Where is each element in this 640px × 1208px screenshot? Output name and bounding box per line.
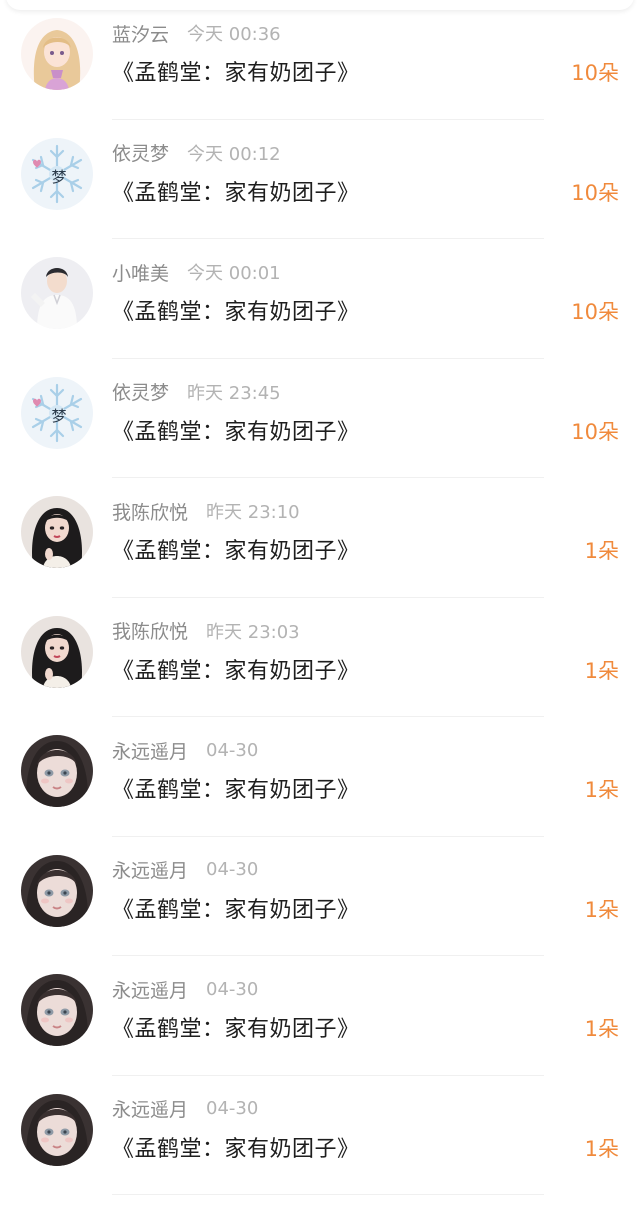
flower-count: 10朵 (571, 180, 619, 205)
timestamp: 昨天 23:45 (187, 382, 281, 404)
username[interactable]: 蓝汐云 (112, 20, 169, 47)
dark-hair-girl-avatar[interactable] (21, 615, 93, 688)
record-meta: 永远遥月 04-30 (112, 1094, 258, 1124)
gift-record-row[interactable]: 永远遥月 04-30 《孟鹤堂：家有奶团子》 1朵 (0, 956, 640, 1076)
timestamp: 今天 00:01 (187, 263, 281, 284)
row-divider (112, 1194, 544, 1195)
book-title[interactable]: 《孟鹤堂：家有奶团子》 (112, 55, 360, 87)
username[interactable]: 依灵梦 (112, 378, 169, 405)
flower-count: 1朵 (584, 897, 619, 922)
record-meta: 依灵梦 今天 00:12 (112, 138, 281, 168)
flower-count: 1朵 (584, 1136, 619, 1161)
snowflake-meng-avatar[interactable]: 梦 (21, 376, 93, 449)
book-title[interactable]: 《孟鹤堂：家有奶团子》 (112, 294, 360, 326)
record-meta: 永远遥月 04-30 (112, 974, 258, 1004)
flower-count: 10朵 (571, 419, 619, 444)
pale-girl-avatar[interactable] (21, 854, 93, 927)
record-meta: 依灵梦 昨天 23:45 (112, 377, 281, 407)
book-title[interactable]: 《孟鹤堂：家有奶团子》 (112, 892, 360, 924)
username[interactable]: 永远遥月 (112, 737, 188, 764)
pale-girl-avatar[interactable] (21, 974, 93, 1046)
record-meta: 小唯美 今天 00:01 (112, 257, 281, 287)
timestamp: 今天 00:12 (187, 143, 281, 165)
boy-white-shirt-avatar[interactable] (21, 257, 93, 329)
gift-record-row[interactable]: 我陈欣悦 昨天 23:03 《孟鹤堂：家有奶团子》 1朵 (0, 598, 640, 717)
book-title[interactable]: 《孟鹤堂：家有奶团子》 (112, 533, 360, 565)
pale-girl-avatar[interactable] (21, 735, 93, 807)
gift-record-row[interactable]: 永远遥月 04-30 《孟鹤堂：家有奶团子》 1朵 (0, 837, 640, 956)
anime-girl-avatar[interactable] (21, 18, 93, 90)
flower-count: 1朵 (584, 658, 619, 683)
gift-record-row[interactable]: 蓝汐云 今天 00:36 《孟鹤堂：家有奶团子》 10朵 (0, 0, 640, 120)
timestamp: 04-30 (206, 978, 259, 1000)
book-title[interactable]: 《孟鹤堂：家有奶团子》 (112, 1011, 360, 1043)
svg-text:梦: 梦 (51, 168, 66, 186)
record-meta: 我陈欣悦 昨天 23:10 (112, 496, 300, 526)
gift-record-row[interactable]: 永远遥月 04-30 《孟鹤堂：家有奶团子》 1朵 (0, 1076, 640, 1195)
svg-text:梦: 梦 (51, 407, 66, 425)
timestamp: 昨天 23:10 (206, 502, 300, 523)
username[interactable]: 我陈欣悦 (112, 617, 188, 644)
timestamp: 04-30 (206, 859, 259, 880)
book-title[interactable]: 《孟鹤堂：家有奶团子》 (112, 1131, 360, 1163)
gift-record-row[interactable]: 小唯美 今天 00:01 《孟鹤堂：家有奶团子》 10朵 (0, 239, 640, 359)
gift-record-row[interactable]: 永远遥月 04-30 《孟鹤堂：家有奶团子》 1朵 (0, 717, 640, 837)
flower-count: 10朵 (571, 300, 619, 324)
record-meta: 我陈欣悦 昨天 23:03 (112, 616, 300, 646)
book-title[interactable]: 《孟鹤堂：家有奶团子》 (112, 175, 360, 207)
gift-record-row[interactable]: 我陈欣悦 昨天 23:10 《孟鹤堂：家有奶团子》 1朵 (0, 478, 640, 598)
flower-count: 1朵 (584, 539, 619, 563)
gift-record-row[interactable]: 梦 依灵梦 昨天 23:45 《孟鹤堂：家有奶团子》 10朵 (0, 359, 640, 478)
snowflake-meng-avatar[interactable]: 梦 (21, 137, 93, 210)
gift-record-page: 蓝汐云 今天 00:36 《孟鹤堂：家有奶团子》 10朵 梦 依灵梦 今天 00… (0, 0, 640, 1208)
username[interactable]: 依灵梦 (112, 139, 169, 166)
timestamp: 04-30 (206, 739, 259, 761)
flower-count: 1朵 (584, 1017, 619, 1041)
record-meta: 蓝汐云 今天 00:36 (112, 18, 281, 48)
timestamp: 今天 00:36 (187, 24, 281, 45)
flower-count: 1朵 (584, 778, 619, 802)
book-title[interactable]: 《孟鹤堂：家有奶团子》 (112, 653, 360, 685)
record-meta: 永远遥月 04-30 (112, 855, 258, 885)
username[interactable]: 我陈欣悦 (112, 498, 188, 525)
username[interactable]: 永远遥月 (112, 856, 188, 883)
username[interactable]: 永远遥月 (112, 976, 188, 1003)
username[interactable]: 永远遥月 (112, 1095, 188, 1122)
username[interactable]: 小唯美 (112, 259, 169, 286)
timestamp: 04-30 (206, 1098, 259, 1119)
gift-record-row[interactable]: 梦 依灵梦 今天 00:12 《孟鹤堂：家有奶团子》 10朵 (0, 120, 640, 239)
dark-hair-girl-avatar[interactable] (21, 496, 93, 568)
flower-count: 10朵 (571, 61, 619, 85)
book-title[interactable]: 《孟鹤堂：家有奶团子》 (112, 772, 360, 804)
timestamp: 昨天 23:03 (206, 621, 300, 643)
record-meta: 永远遥月 04-30 (112, 735, 258, 765)
book-title[interactable]: 《孟鹤堂：家有奶团子》 (112, 414, 360, 446)
pale-girl-avatar[interactable] (21, 1093, 93, 1166)
